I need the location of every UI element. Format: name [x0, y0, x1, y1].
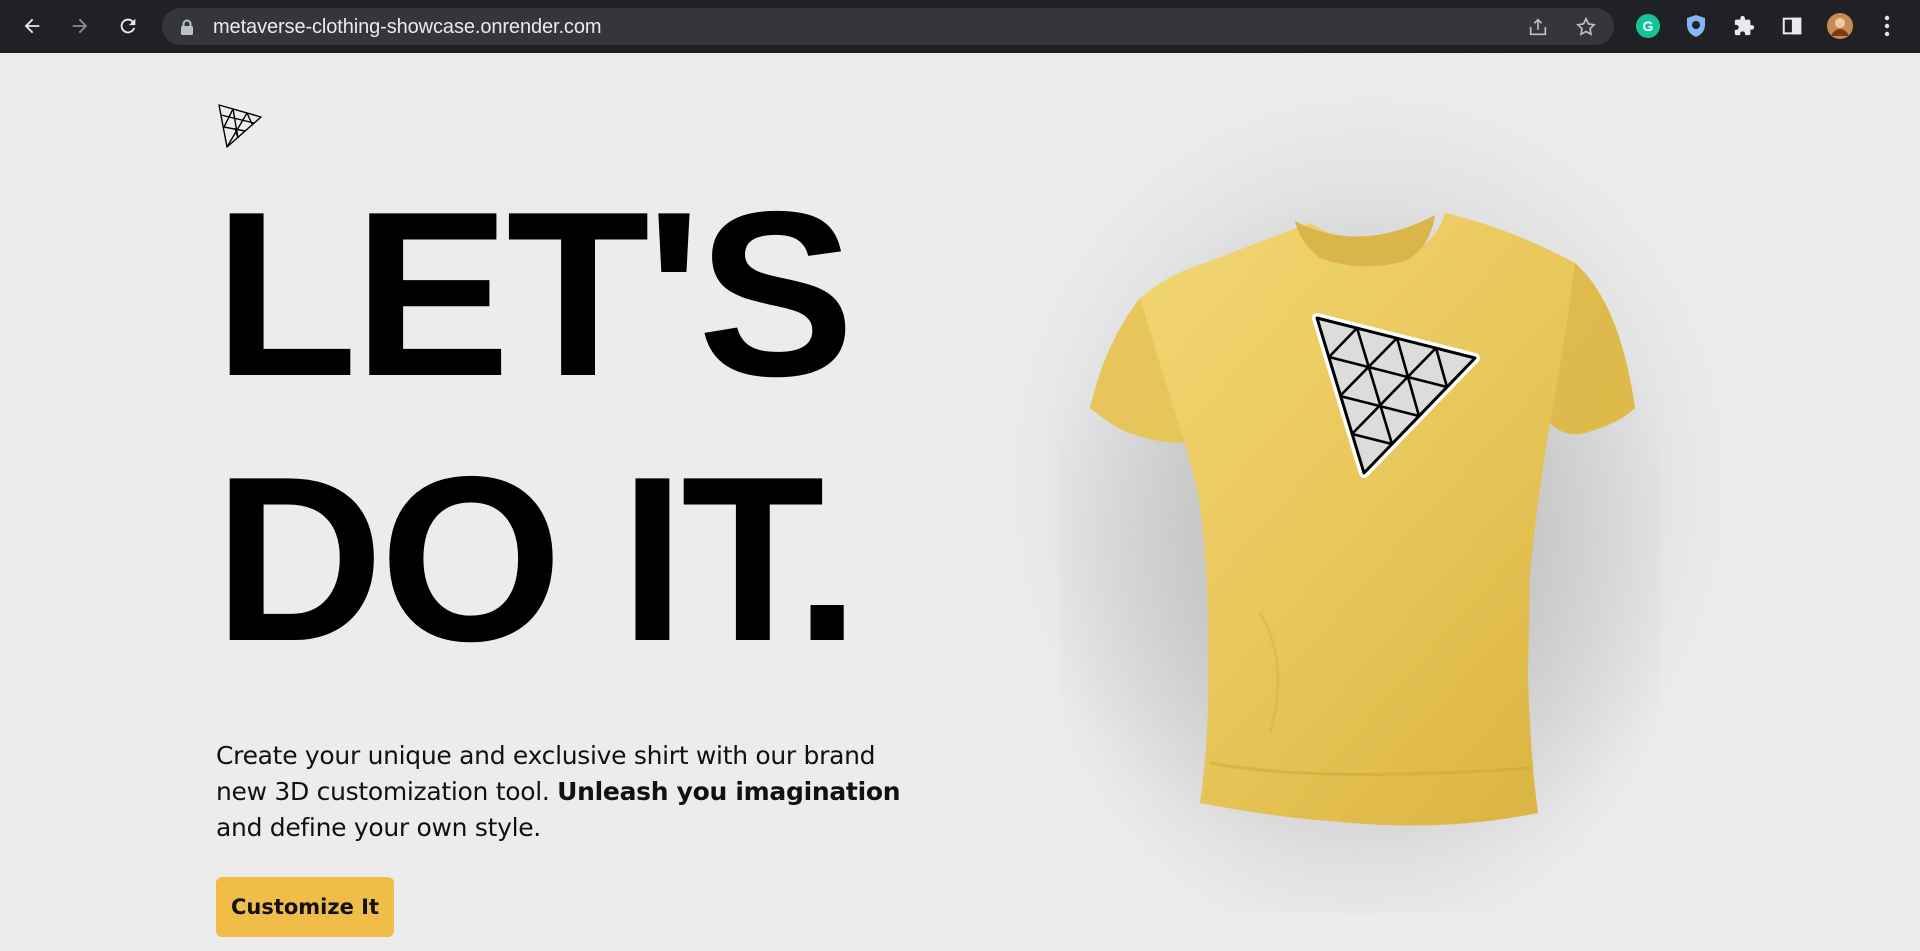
forward-button[interactable] — [64, 10, 96, 42]
headline-line-2: DO IT. — [214, 427, 860, 690]
profile-avatar[interactable] — [1826, 12, 1854, 40]
share-icon[interactable] — [1526, 15, 1550, 39]
svg-text:G: G — [1643, 18, 1654, 34]
address-bar[interactable]: metaverse-clothing-showcase.onrender.com — [162, 8, 1614, 45]
extensions-puzzle-icon[interactable] — [1730, 12, 1758, 40]
side-panel-icon[interactable] — [1778, 12, 1806, 40]
url-text: metaverse-clothing-showcase.onrender.com — [213, 16, 602, 38]
lock-icon — [181, 19, 193, 35]
hero-section: LET'S DO IT. Create your unique and excl… — [0, 53, 1920, 951]
headline-line-1: LET'S — [214, 162, 854, 425]
grammarly-icon[interactable]: G — [1634, 12, 1662, 40]
triangle-logo-icon — [218, 104, 262, 148]
menu-kebab-icon[interactable] — [1873, 12, 1901, 40]
arrow-left-icon — [24, 18, 40, 34]
reload-button[interactable] — [112, 10, 144, 42]
description-text-2: and define your own style. — [216, 813, 541, 842]
hero-description: Create your unique and exclusive shirt w… — [216, 738, 916, 846]
arrow-right-icon — [72, 18, 88, 34]
browser-toolbar: metaverse-clothing-showcase.onrender.com… — [0, 0, 1920, 53]
shield-icon[interactable] — [1682, 12, 1710, 40]
customize-button[interactable]: Customize It — [216, 877, 394, 937]
star-icon[interactable] — [1574, 15, 1598, 39]
hero-headline: LET'S DO IT. — [214, 161, 860, 691]
tshirt-image — [1060, 193, 1660, 913]
description-bold-text: Unleash you imagination — [557, 777, 901, 806]
back-button[interactable] — [16, 10, 48, 42]
reload-icon — [120, 18, 136, 34]
